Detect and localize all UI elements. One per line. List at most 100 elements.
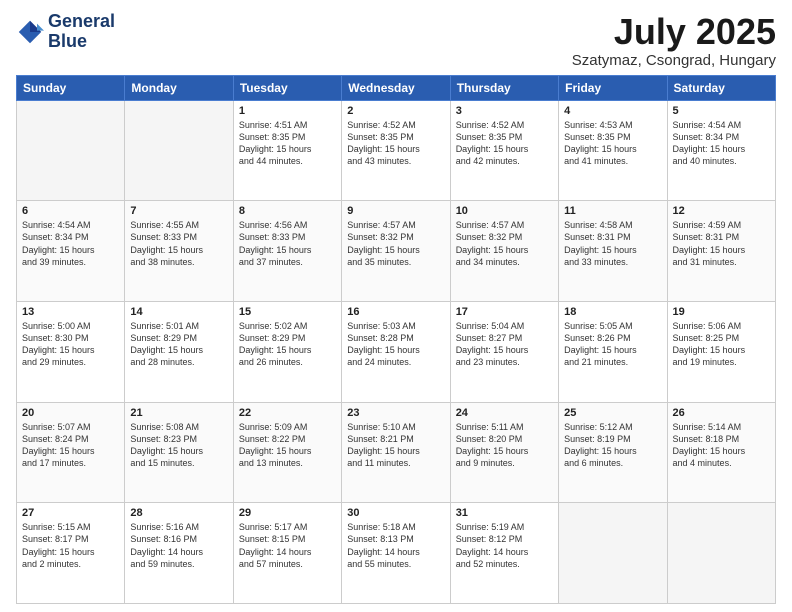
calendar-cell: 5Sunrise: 4:54 AM Sunset: 8:34 PM Daylig… — [667, 100, 775, 201]
cell-info: Sunrise: 4:58 AM Sunset: 8:31 PM Dayligh… — [564, 219, 661, 268]
day-number: 29 — [239, 507, 336, 519]
day-number: 20 — [22, 407, 119, 419]
weekday-header-thursday: Thursday — [450, 75, 558, 100]
calendar-cell: 25Sunrise: 5:12 AM Sunset: 8:19 PM Dayli… — [559, 402, 667, 503]
calendar-cell: 24 Sunrise: 5:11 AM Sunset: 8:20 PM Dayli… — [450, 402, 558, 503]
cell-info: Sunrise: 5:09 AM Sunset: 8:22 PM Dayligh… — [239, 421, 336, 470]
weekday-header-friday: Friday — [559, 75, 667, 100]
day-number: 27 — [22, 507, 119, 519]
cell-info: Sunrise: 5:11 AM Sunset: 8:20 PM Dayligh… — [456, 421, 553, 470]
day-number: 19 — [673, 306, 770, 318]
cell-info: Sunrise: 5:04 AM Sunset: 8:27 PM Dayligh… — [456, 320, 553, 369]
calendar-week-1: 1 Sunrise: 4:51 AM Sunset: 8:35 PM Daylig… — [17, 100, 776, 201]
day-number: 15 — [239, 306, 336, 318]
calendar-cell: 10 Sunrise: 4:57 AM Sunset: 8:32 PM Dayli… — [450, 201, 558, 302]
calendar-cell: 8Sunrise: 4:56 AM Sunset: 8:33 PM Daylig… — [233, 201, 341, 302]
cell-info: Sunrise: 4:59 AM Sunset: 8:31 PM Dayligh… — [673, 219, 770, 268]
calendar-cell: 30 Sunrise: 5:18 AM Sunset: 8:13 PM Dayli… — [342, 503, 450, 604]
day-number: 25 — [564, 407, 661, 419]
cell-info: Sunrise: 5:00 AM Sunset: 8:30 PM Dayligh… — [22, 320, 119, 369]
day-number: 5 — [673, 105, 770, 117]
weekday-header-wednesday: Wednesday — [342, 75, 450, 100]
calendar-cell: 20Sunrise: 5:07 AM Sunset: 8:24 PM Dayli… — [17, 402, 125, 503]
day-number: 18 — [564, 306, 661, 318]
calendar-cell: 2Sunrise: 4:52 AM Sunset: 8:35 PM Daylig… — [342, 100, 450, 201]
day-number: 16 — [347, 306, 444, 318]
calendar-cell: 23Sunrise: 5:10 AM Sunset: 8:21 PM Dayli… — [342, 402, 450, 503]
calendar-week-3: 13Sunrise: 5:00 AM Sunset: 8:30 PM Dayli… — [17, 301, 776, 402]
cell-info: Sunrise: 5:08 AM Sunset: 8:23 PM Dayligh… — [130, 421, 227, 470]
calendar-week-4: 20Sunrise: 5:07 AM Sunset: 8:24 PM Dayli… — [17, 402, 776, 503]
calendar-cell: 11 Sunrise: 4:58 AM Sunset: 8:31 PM Dayli… — [559, 201, 667, 302]
day-number: 12 — [673, 205, 770, 217]
cell-info: Sunrise: 5:16 AM Sunset: 8:16 PM Dayligh… — [130, 521, 227, 570]
header: General Blue July 2025 Szatymaz, Csongra… — [16, 12, 776, 69]
calendar-cell: 17 Sunrise: 5:04 AM Sunset: 8:27 PM Dayli… — [450, 301, 558, 402]
cell-info: Sunrise: 4:53 AM Sunset: 8:35 PM Dayligh… — [564, 119, 661, 168]
day-number: 10 — [456, 205, 553, 217]
calendar-cell: 18 Sunrise: 5:05 AM Sunset: 8:26 PM Dayli… — [559, 301, 667, 402]
cell-info: Sunrise: 4:55 AM Sunset: 8:33 PM Dayligh… — [130, 219, 227, 268]
calendar-cell: 7 Sunrise: 4:55 AM Sunset: 8:33 PM Daylig… — [125, 201, 233, 302]
day-number: 7 — [130, 205, 227, 217]
cell-info: Sunrise: 5:03 AM Sunset: 8:28 PM Dayligh… — [347, 320, 444, 369]
calendar-cell — [667, 503, 775, 604]
logo-text: General Blue — [48, 12, 115, 52]
cell-info: Sunrise: 5:14 AM Sunset: 8:18 PM Dayligh… — [673, 421, 770, 470]
calendar-cell: 16 Sunrise: 5:03 AM Sunset: 8:28 PM Dayli… — [342, 301, 450, 402]
cell-info: Sunrise: 4:51 AM Sunset: 8:35 PM Dayligh… — [239, 119, 336, 168]
day-number: 31 — [456, 507, 553, 519]
calendar-cell: 1 Sunrise: 4:51 AM Sunset: 8:35 PM Daylig… — [233, 100, 341, 201]
logo-line2: Blue — [48, 32, 115, 52]
calendar-cell: 13Sunrise: 5:00 AM Sunset: 8:30 PM Dayli… — [17, 301, 125, 402]
calendar-cell: 26 Sunrise: 5:14 AM Sunset: 8:18 PM Dayli… — [667, 402, 775, 503]
logo-line1: General — [48, 12, 115, 32]
cell-info: Sunrise: 4:57 AM Sunset: 8:32 PM Dayligh… — [456, 219, 553, 268]
calendar-table: SundayMondayTuesdayWednesdayThursdayFrid… — [16, 75, 776, 604]
calendar-cell: 22 Sunrise: 5:09 AM Sunset: 8:22 PM Dayli… — [233, 402, 341, 503]
calendar-cell: 15 Sunrise: 5:02 AM Sunset: 8:29 PM Dayli… — [233, 301, 341, 402]
day-number: 2 — [347, 105, 444, 117]
day-number: 24 — [456, 407, 553, 419]
weekday-header-saturday: Saturday — [667, 75, 775, 100]
day-number: 1 — [239, 105, 336, 117]
day-number: 21 — [130, 407, 227, 419]
calendar-cell — [559, 503, 667, 604]
logo-icon — [16, 18, 44, 46]
day-number: 17 — [456, 306, 553, 318]
day-number: 11 — [564, 205, 661, 217]
cell-info: Sunrise: 5:17 AM Sunset: 8:15 PM Dayligh… — [239, 521, 336, 570]
calendar-cell: 12 Sunrise: 4:59 AM Sunset: 8:31 PM Dayli… — [667, 201, 775, 302]
day-number: 22 — [239, 407, 336, 419]
calendar-week-2: 6Sunrise: 4:54 AM Sunset: 8:34 PM Daylig… — [17, 201, 776, 302]
title-block: July 2025 Szatymaz, Csongrad, Hungary — [572, 12, 776, 69]
calendar-cell: 3 Sunrise: 4:52 AM Sunset: 8:35 PM Daylig… — [450, 100, 558, 201]
cell-info: Sunrise: 5:01 AM Sunset: 8:29 PM Dayligh… — [130, 320, 227, 369]
calendar-cell — [17, 100, 125, 201]
cell-info: Sunrise: 5:15 AM Sunset: 8:17 PM Dayligh… — [22, 521, 119, 570]
cell-info: Sunrise: 5:05 AM Sunset: 8:26 PM Dayligh… — [564, 320, 661, 369]
cell-info: Sunrise: 4:54 AM Sunset: 8:34 PM Dayligh… — [22, 219, 119, 268]
day-number: 4 — [564, 105, 661, 117]
cell-info: Sunrise: 4:57 AM Sunset: 8:32 PM Dayligh… — [347, 219, 444, 268]
calendar-cell: 9 Sunrise: 4:57 AM Sunset: 8:32 PM Daylig… — [342, 201, 450, 302]
calendar-cell: 29 Sunrise: 5:17 AM Sunset: 8:15 PM Dayli… — [233, 503, 341, 604]
cell-info: Sunrise: 5:10 AM Sunset: 8:21 PM Dayligh… — [347, 421, 444, 470]
calendar-cell: 4 Sunrise: 4:53 AM Sunset: 8:35 PM Daylig… — [559, 100, 667, 201]
weekday-header-row: SundayMondayTuesdayWednesdayThursdayFrid… — [17, 75, 776, 100]
weekday-header-monday: Monday — [125, 75, 233, 100]
cell-info: Sunrise: 5:18 AM Sunset: 8:13 PM Dayligh… — [347, 521, 444, 570]
cell-info: Sunrise: 4:52 AM Sunset: 8:35 PM Dayligh… — [456, 119, 553, 168]
calendar-week-5: 27 Sunrise: 5:15 AM Sunset: 8:17 PM Dayli… — [17, 503, 776, 604]
cell-info: Sunrise: 5:02 AM Sunset: 8:29 PM Dayligh… — [239, 320, 336, 369]
day-number: 30 — [347, 507, 444, 519]
month-title: July 2025 — [572, 12, 776, 52]
day-number: 3 — [456, 105, 553, 117]
calendar-cell — [125, 100, 233, 201]
weekday-header-tuesday: Tuesday — [233, 75, 341, 100]
calendar-cell: 31Sunrise: 5:19 AM Sunset: 8:12 PM Dayli… — [450, 503, 558, 604]
day-number: 9 — [347, 205, 444, 217]
weekday-header-sunday: Sunday — [17, 75, 125, 100]
calendar-cell: 27 Sunrise: 5:15 AM Sunset: 8:17 PM Dayli… — [17, 503, 125, 604]
day-number: 26 — [673, 407, 770, 419]
